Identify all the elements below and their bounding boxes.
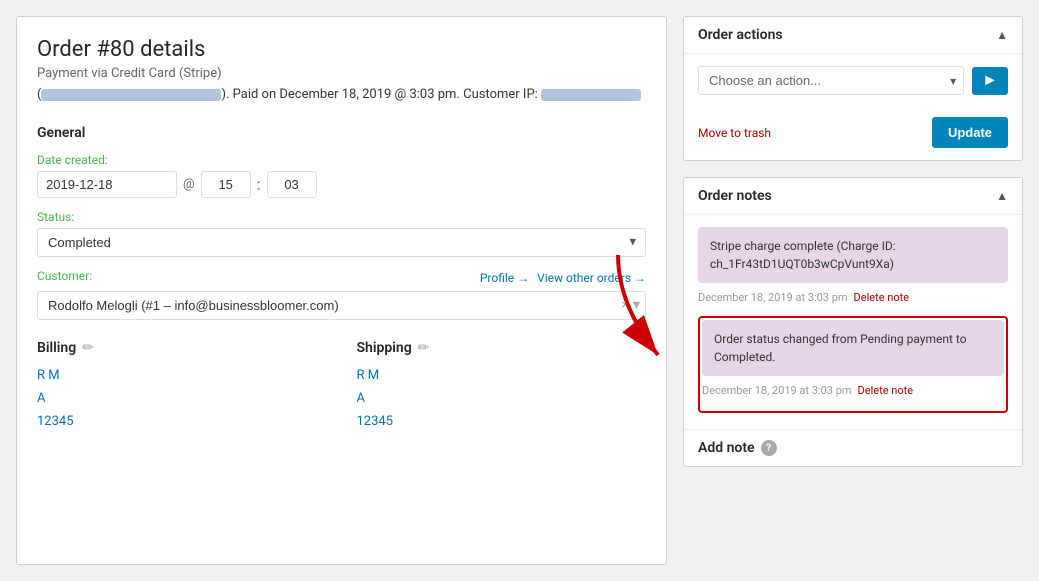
shipping-line3: 12345 xyxy=(357,410,647,433)
order-notes-title: Order notes xyxy=(698,188,772,204)
status-label: Status: xyxy=(37,210,646,224)
customer-label-row: Customer: Profile → View other orders → xyxy=(37,269,646,287)
time-colon: : xyxy=(257,175,261,194)
order-notes-body: Stripe charge complete (Charge ID: ch_1F… xyxy=(684,215,1022,429)
payment-info: Payment via Credit Card (Stripe) xyxy=(37,66,646,81)
note-1-meta: December 18, 2019 at 3:03 pm Delete note xyxy=(698,291,1008,304)
order-title: Order #80 details xyxy=(37,37,646,62)
order-notes-toggle-icon[interactable]: ▲ xyxy=(996,189,1008,203)
note-1-text: Stripe charge complete (Charge ID: ch_1F… xyxy=(710,239,896,271)
order-actions-toggle-icon[interactable]: ▲ xyxy=(996,28,1008,42)
general-section-title: General xyxy=(37,125,646,141)
date-row: @ : xyxy=(37,171,646,198)
profile-link[interactable]: Profile → xyxy=(480,271,529,285)
note-2: Order status changed from Pending paymen… xyxy=(702,320,1004,397)
note-2-meta: December 18, 2019 at 3:03 pm Delete note xyxy=(702,384,1004,397)
note-1: Stripe charge complete (Charge ID: ch_1F… xyxy=(698,227,1008,304)
update-button[interactable]: Update xyxy=(932,117,1008,148)
billing-shipping-row: Billing ✏ R M A 12345 Shipping ✏ R M A 1… xyxy=(37,340,646,434)
shipping-edit-icon[interactable]: ✏ xyxy=(418,340,430,356)
billing-line1: R M xyxy=(37,364,327,387)
clear-customer-icon[interactable]: × xyxy=(621,297,628,313)
customer-links: Profile → View other orders → xyxy=(480,271,646,285)
move-to-trash-link[interactable]: Move to trash xyxy=(698,126,771,140)
order-actions-title: Order actions xyxy=(698,27,783,43)
add-note-section: Add note ? xyxy=(684,429,1022,466)
shipping-line2: A xyxy=(357,387,647,410)
customer-dropdown-icon[interactable]: ▾ xyxy=(633,297,640,313)
customer-icons: × ▾ xyxy=(621,297,640,313)
note-2-highlighted-wrapper: Order status changed from Pending paymen… xyxy=(698,316,1008,413)
add-note-title: Add note xyxy=(698,440,755,456)
action-select[interactable]: Choose an action... xyxy=(698,66,964,95)
view-orders-link[interactable]: View other orders → xyxy=(537,271,646,285)
action-go-button[interactable]: ► xyxy=(972,67,1008,95)
redacted-ip xyxy=(541,89,641,101)
billing-line3: 12345 xyxy=(37,410,327,433)
action-footer: Move to trash Update xyxy=(684,107,1022,160)
note-2-delete-link[interactable]: Delete note xyxy=(858,384,914,397)
date-label: Date created: xyxy=(37,153,646,167)
customer-label: Customer: xyxy=(37,269,92,283)
order-actions-widget: Order actions ▲ Choose an action... ▾ ► … xyxy=(683,16,1023,161)
order-actions-body: Choose an action... ▾ ► xyxy=(684,54,1022,107)
note-2-date: December 18, 2019 at 3:03 pm xyxy=(702,384,852,397)
add-note-help-icon[interactable]: ? xyxy=(761,440,777,456)
at-label: @ xyxy=(183,177,195,192)
note-1-bubble: Stripe charge complete (Charge ID: ch_1F… xyxy=(698,227,1008,283)
order-notes-widget: Order notes ▲ Stripe charge complete (Ch… xyxy=(683,177,1023,467)
hour-input[interactable] xyxy=(201,171,251,198)
note-1-delete-link[interactable]: Delete note xyxy=(854,291,910,304)
action-row: Choose an action... ▾ ► xyxy=(698,66,1008,95)
order-notes-header: Order notes ▲ xyxy=(684,178,1022,215)
status-select[interactable]: Pending payment Processing On hold Compl… xyxy=(37,228,646,257)
note-2-bubble: Order status changed from Pending paymen… xyxy=(702,320,1004,376)
shipping-header: Shipping ✏ xyxy=(357,340,647,356)
customer-select[interactable]: Rodolfo Melogli (#1 – info@businessbloom… xyxy=(37,291,646,320)
note-2-text: Order status changed from Pending paymen… xyxy=(714,332,967,364)
status-select-wrap: Pending payment Processing On hold Compl… xyxy=(37,228,646,257)
minute-input[interactable] xyxy=(267,171,317,198)
order-actions-header: Order actions ▲ xyxy=(684,17,1022,54)
date-input[interactable] xyxy=(37,171,177,198)
billing-section: Billing ✏ R M A 12345 xyxy=(37,340,327,434)
paid-info-suffix: ). Paid on December 18, 2019 @ 3:03 pm. … xyxy=(221,87,537,102)
note-1-date: December 18, 2019 at 3:03 pm xyxy=(698,291,848,304)
billing-line2: A xyxy=(37,387,327,410)
billing-header: Billing ✏ xyxy=(37,340,327,356)
shipping-section: Shipping ✏ R M A 12345 xyxy=(357,340,647,434)
order-detail-panel: Order #80 details Payment via Credit Car… xyxy=(16,16,667,565)
action-select-wrap: Choose an action... ▾ xyxy=(698,66,964,95)
right-panel: Order actions ▲ Choose an action... ▾ ► … xyxy=(683,16,1023,565)
redacted-email xyxy=(41,89,221,101)
paid-info: (). Paid on December 18, 2019 @ 3:03 pm.… xyxy=(37,85,646,105)
billing-edit-icon[interactable]: ✏ xyxy=(82,340,94,356)
customer-select-wrap: Rodolfo Melogli (#1 – info@businessbloom… xyxy=(37,291,646,320)
shipping-title: Shipping xyxy=(357,340,412,356)
billing-title: Billing xyxy=(37,340,76,356)
shipping-line1: R M xyxy=(357,364,647,387)
